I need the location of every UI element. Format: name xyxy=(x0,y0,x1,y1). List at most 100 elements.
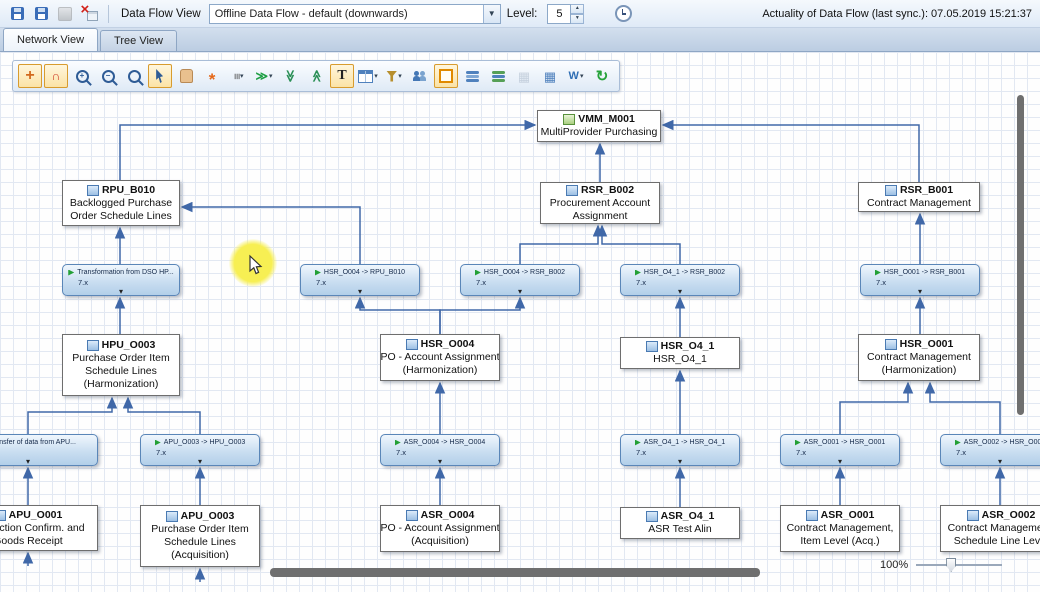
transformation-4[interactable]: HSR_O001 -> RSR_B0017.x▾ xyxy=(860,264,980,296)
dso-icon xyxy=(967,510,979,521)
zoom-out-icon[interactable] xyxy=(96,64,120,88)
tab-network-view-label: Network View xyxy=(17,34,84,46)
vertical-scrollbar[interactable] xyxy=(1017,95,1024,415)
chevron-down-icon[interactable]: ▼ xyxy=(483,5,500,23)
transformation-10[interactable]: ASR_O002 -> HSR_O0017.x▾ xyxy=(940,434,1040,466)
multiprovider-icon xyxy=(563,114,575,125)
transformation-3[interactable]: HSR_O4_1 -> RSR_B0027.x▾ xyxy=(620,264,740,296)
dso-icon xyxy=(885,185,897,196)
spinner-down-icon[interactable]: ▼ xyxy=(571,14,584,24)
chevron-down-icon: ▾ xyxy=(580,72,584,80)
horizontal-scrollbar[interactable] xyxy=(270,568,760,577)
expand-triangle-icon[interactable]: ▾ xyxy=(26,458,30,466)
workbook-icon[interactable]: W▾ xyxy=(564,64,588,88)
node-RSR_B002[interactable]: RSR_B002Procurement AccountAssignment xyxy=(540,182,660,224)
level-label: Level: xyxy=(507,8,538,20)
node-ASR_O002[interactable]: ASR_O002Contract Management,Schedule Lin… xyxy=(940,505,1040,552)
collapse-all-icon[interactable]: ≫ xyxy=(278,64,302,88)
tab-tree-view[interactable]: Tree View xyxy=(100,30,177,51)
refresh-icon[interactable]: ↻ xyxy=(590,64,614,88)
zoom-in-icon[interactable] xyxy=(70,64,94,88)
navigation-icon[interactable]: ≫▾ xyxy=(252,64,276,88)
remove-data-flow-button[interactable] xyxy=(78,3,100,25)
node-VMM_M001[interactable]: VMM_M001MultiProvider Purchasing xyxy=(537,110,661,142)
diagram-canvas[interactable]: VMM_M001MultiProvider Purchasing RPU_B010… xyxy=(0,52,1040,592)
snap-to-grid-icon[interactable]: ∩ xyxy=(44,64,68,88)
node-HSR_O4_1[interactable]: HSR_O4_1HSR_O4_1 xyxy=(620,337,740,369)
level-spinner[interactable]: 5 ▲ ▼ xyxy=(547,4,584,24)
node-ASR_O004[interactable]: ASR_O004PO - Account Assignment(Acquisit… xyxy=(380,505,500,552)
transformation-1[interactable]: HSR_O004 -> RPU_B0107.x▾ xyxy=(300,264,420,296)
data-flow-edge xyxy=(28,398,112,434)
transformation-icon xyxy=(315,270,321,276)
zoom-slider-thumb[interactable] xyxy=(946,558,956,572)
node-HPU_O003[interactable]: HPU_O003Purchase Order ItemSchedule Line… xyxy=(62,334,180,396)
data-flow-edge xyxy=(120,125,535,180)
dso-icon xyxy=(87,185,99,196)
filter-icon[interactable]: ▾ xyxy=(382,64,406,88)
node-ASR_O4_1[interactable]: ASR_O4_1ASR Test Alin xyxy=(620,507,740,539)
expand-triangle-icon[interactable]: ▾ xyxy=(119,288,123,296)
data-flow-combo-value: Offline Data Flow - default (downwards) xyxy=(210,8,483,20)
select-mode-icon[interactable] xyxy=(148,64,172,88)
datastore-list-icon[interactable] xyxy=(460,64,484,88)
authorization-icon[interactable] xyxy=(408,64,432,88)
data-flow-edge xyxy=(520,226,598,264)
expand-triangle-icon[interactable]: ▾ xyxy=(678,458,682,466)
dso-icon xyxy=(885,339,897,350)
transformation-6[interactable]: APU_O003 -> HPU_O0037.x▾ xyxy=(140,434,260,466)
expand-triangle-icon[interactable]: ▾ xyxy=(838,458,842,466)
tab-network-view[interactable]: Network View xyxy=(3,28,98,51)
dso-icon xyxy=(646,341,658,352)
transformation-5[interactable]: Transfer of data from APU...7.x▾ xyxy=(0,434,98,466)
node-ASR_O001[interactable]: ASR_O001Contract Management,Item Level (… xyxy=(780,505,900,552)
transformation-2[interactable]: HSR_O004 -> RSR_B0027.x▾ xyxy=(460,264,580,296)
display-options-icon[interactable]: ≡▾ xyxy=(226,64,250,88)
insert-text-icon[interactable]: T xyxy=(330,64,354,88)
transformation-8[interactable]: ASR_O4_1 -> HSR_O4_17.x▾ xyxy=(620,434,740,466)
main-toolbar: Data Flow View Offline Data Flow - defau… xyxy=(0,0,1040,28)
pan-hand-icon[interactable] xyxy=(174,64,198,88)
remove-connection-icon[interactable]: * xyxy=(200,64,224,88)
data-flow-combo[interactable]: Offline Data Flow - default (downwards) … xyxy=(209,4,501,24)
zoom-area-icon[interactable] xyxy=(122,64,146,88)
infoprovider-list-icon[interactable] xyxy=(486,64,510,88)
expand-triangle-icon[interactable]: ▾ xyxy=(678,288,682,296)
transformation-9[interactable]: ASR_O001 -> HSR_O0017.x▾ xyxy=(780,434,900,466)
node-HSR_O004[interactable]: HSR_O004PO - Account Assignment(Harmoniz… xyxy=(380,334,500,381)
node-APU_O001[interactable]: APU_O001Production Confirm. andGoods Rec… xyxy=(0,505,98,551)
table-settings-icon[interactable]: ▾ xyxy=(356,64,380,88)
transformation-icon xyxy=(875,270,881,276)
node-HSR_O001[interactable]: HSR_O001Contract Management(Harmonizatio… xyxy=(858,334,980,381)
small-grid-icon: ▦ xyxy=(512,64,536,88)
expand-triangle-icon[interactable]: ▾ xyxy=(198,458,202,466)
data-flow-edge xyxy=(360,298,440,334)
expand-all-icon[interactable]: ≫ xyxy=(304,64,328,88)
save-as-button[interactable] xyxy=(30,3,52,25)
tab-tree-view-label: Tree View xyxy=(114,35,163,47)
highlight-frame-icon[interactable] xyxy=(434,64,458,88)
table-view-icon[interactable]: ▦ xyxy=(538,64,562,88)
data-flow-edge xyxy=(663,125,919,182)
transformation-7[interactable]: ASR_O004 -> HSR_O0047.x▾ xyxy=(380,434,500,466)
expand-triangle-icon[interactable]: ▾ xyxy=(998,458,1002,466)
expand-triangle-icon[interactable]: ▾ xyxy=(358,288,362,296)
history-button[interactable] xyxy=(612,3,634,25)
app-window: Data Flow View Offline Data Flow - defau… xyxy=(0,0,1040,592)
zoom-slider[interactable] xyxy=(916,557,1002,573)
expand-triangle-icon[interactable]: ▾ xyxy=(438,458,442,466)
node-RPU_B010[interactable]: RPU_B010Backlogged PurchaseOrder Schedul… xyxy=(62,180,180,226)
save-button[interactable] xyxy=(6,3,28,25)
auto-layout-icon[interactable]: + xyxy=(18,64,42,88)
expand-triangle-icon[interactable]: ▾ xyxy=(518,288,522,296)
node-RSR_B001[interactable]: RSR_B001Contract Management xyxy=(858,182,980,212)
transformation-0[interactable]: Transformation from DSO HP...7.x▾ xyxy=(62,264,180,296)
node-APU_O003[interactable]: APU_O003Purchase Order ItemSchedule Line… xyxy=(140,505,260,567)
chevron-down-icon: ▾ xyxy=(269,72,273,80)
transformation-icon xyxy=(955,440,961,446)
chevron-down-icon: ▾ xyxy=(398,72,402,80)
save-icon xyxy=(11,7,24,20)
expand-triangle-icon[interactable]: ▾ xyxy=(918,288,922,296)
dso-icon xyxy=(406,510,418,521)
spinner-up-icon[interactable]: ▲ xyxy=(571,4,584,14)
